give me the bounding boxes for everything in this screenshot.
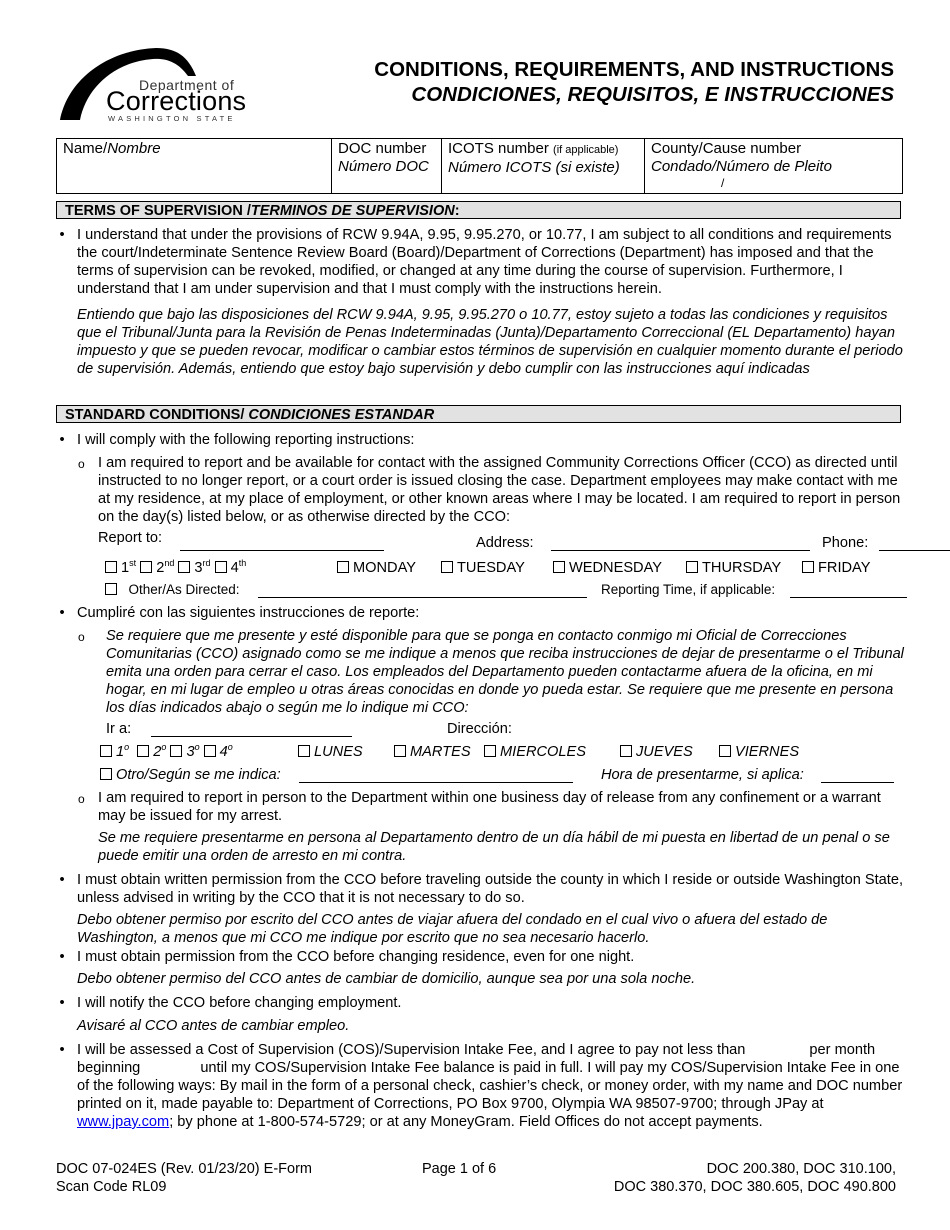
sub-bullet-icon: o [78, 792, 85, 806]
phone-input[interactable] [879, 536, 950, 551]
travel-en: I must obtain written permission from th… [77, 872, 904, 906]
jueves-option[interactable]: JUEVES [620, 743, 693, 761]
monday-checkbox[interactable] [337, 561, 349, 573]
info-table: Name/Nombre DOC number Número DOC ICOTS … [56, 138, 903, 194]
week-checkboxes-en: 1st 2nd 3rd 4th [105, 559, 246, 577]
martes-option[interactable]: MARTES [394, 743, 471, 761]
ir-a-input[interactable] [151, 722, 352, 737]
title-spanish: CONDICIONES, REQUISITOS, E INSTRUCCIONES [411, 83, 894, 106]
doc-logo: Department of Corrections WASHINGTON STA… [58, 44, 258, 124]
release-es: Se me requiere presentarme en persona al… [98, 830, 890, 864]
thursday-option[interactable]: THURSDAY [686, 559, 781, 577]
otro-checkbox[interactable] [100, 768, 112, 780]
hora-input[interactable] [821, 768, 894, 783]
form-id: DOC 07-024ES (Rev. 01/23/20) E-Form [56, 1161, 312, 1177]
tuesday-checkbox[interactable] [441, 561, 453, 573]
bullet-icon: • [59, 432, 65, 448]
travel-es: Debo obtener permiso por escrito del CCO… [77, 912, 828, 946]
doc-number-field[interactable]: DOC number Número DOC [332, 139, 442, 193]
monday-option[interactable]: MONDAY [337, 559, 416, 577]
friday-option[interactable]: FRIDAY [802, 559, 870, 577]
reporting-es: Cumpliré con las siguientes instruccione… [77, 605, 420, 621]
county-cause-value: / [721, 176, 725, 190]
week-4-checkbox[interactable] [214, 561, 227, 573]
page-number: Page 1 of 6 [422, 1161, 497, 1177]
fee-paragraph: I will be assessed a Cost of Supervision… [77, 1042, 903, 1130]
residence-en: I must obtain permission from the CCO be… [77, 949, 635, 965]
semana-2-checkbox[interactable] [137, 745, 150, 757]
semana-1-checkbox[interactable] [100, 745, 112, 757]
bullet-icon: • [59, 949, 65, 965]
lunes-checkbox[interactable] [298, 745, 310, 757]
county-cause-field[interactable]: County/Cause number Condado/Número de Pl… [645, 139, 902, 193]
other-directed-checkbox[interactable] [105, 583, 117, 595]
address-input[interactable] [551, 536, 810, 551]
policy-refs-1: DOC 200.380, DOC 310.100, [706, 1161, 896, 1177]
phone-label: Phone: [822, 535, 869, 551]
jueves-checkbox[interactable] [620, 745, 632, 757]
ir-a-label: Ir a: [106, 721, 132, 737]
terms-section-header: TERMS OF SUPERVISION /TERMINOS DE SUPERV… [56, 201, 901, 219]
week-2-checkbox[interactable] [140, 561, 153, 573]
miercoles-checkbox[interactable] [484, 745, 496, 757]
week-3-checkbox[interactable] [178, 561, 191, 573]
reporting-en: I will comply with the following reporti… [77, 432, 415, 448]
terms-text-es: Entiendo que bajo las disposiciones del … [77, 307, 903, 377]
other-directed-input[interactable] [258, 583, 587, 598]
report-to-label: Report to: [98, 530, 163, 546]
terms-text-en: I understand that under the provisions o… [77, 227, 892, 297]
sub-bullet-icon: o [78, 630, 85, 644]
friday-checkbox[interactable] [802, 561, 814, 573]
semana-3-checkbox[interactable] [170, 745, 183, 757]
release-en: I am required to report in person to the… [98, 790, 881, 824]
scan-code: Scan Code RL09 [56, 1179, 167, 1195]
employment-es: Avisaré al CCO antes de cambiar empleo. [77, 1018, 350, 1034]
jpay-link[interactable]: www.jpay.com [77, 1114, 169, 1130]
address-label: Address: [476, 535, 534, 551]
otro-input[interactable] [299, 768, 573, 783]
bullet-icon: • [59, 1042, 65, 1058]
policy-refs-2: DOC 380.370, DOC 380.605, DOC 490.800 [613, 1179, 896, 1195]
report-to-input[interactable] [180, 536, 384, 551]
wednesday-option[interactable]: WEDNESDAY [553, 559, 662, 577]
tuesday-option[interactable]: TUESDAY [441, 559, 525, 577]
employment-en: I will notify the CCO before changing em… [77, 995, 402, 1011]
direccion-label: Dirección: [447, 721, 512, 737]
week-1-checkbox[interactable] [105, 561, 117, 573]
wednesday-checkbox[interactable] [553, 561, 565, 573]
thursday-checkbox[interactable] [686, 561, 698, 573]
residence-es: Debo obtener permiso del CCO antes de ca… [77, 971, 696, 987]
bullet-icon: • [59, 995, 65, 1011]
reporting-time-input[interactable] [790, 583, 907, 598]
semana-4-checkbox[interactable] [203, 745, 216, 757]
otro-row: Otro/Según se me indica: [100, 766, 281, 784]
icots-number-field[interactable]: ICOTS number (if applicable) Número ICOT… [442, 139, 645, 193]
standard-section-header: STANDARD CONDITIONS/ CONDICIONES ESTANDA… [56, 405, 901, 423]
logo-line2: Corrections [106, 86, 247, 116]
lunes-option[interactable]: LUNES [298, 743, 363, 761]
bullet-icon: • [59, 605, 65, 621]
viernes-checkbox[interactable] [719, 745, 731, 757]
other-directed-row: Other/As Directed: [105, 581, 240, 599]
reporting-sub-es: Se requiere que me presente y esté dispo… [106, 628, 904, 716]
miercoles-option[interactable]: MIERCOLES [484, 743, 586, 761]
reporting-time-label: Reporting Time, if applicable: [601, 582, 776, 597]
martes-checkbox[interactable] [394, 745, 406, 757]
page-title: CONDITIONS, REQUIREMENTS, AND INSTRUCTIO… [374, 57, 894, 107]
reporting-sub-en: I am required to report and be available… [98, 455, 901, 525]
title-english: CONDITIONS, REQUIREMENTS, AND INSTRUCTIO… [374, 58, 894, 81]
name-field[interactable]: Name/Nombre [57, 139, 332, 193]
viernes-option[interactable]: VIERNES [719, 743, 799, 761]
bullet-icon: • [59, 872, 65, 888]
sub-bullet-icon: o [78, 457, 85, 471]
hora-label: Hora de presentarme, si aplica: [601, 767, 804, 783]
bullet-icon: • [59, 227, 65, 243]
week-checkboxes-es: 1o 2o 3o 4o [100, 743, 233, 761]
logo-line3: WASHINGTON STATE [108, 114, 236, 123]
